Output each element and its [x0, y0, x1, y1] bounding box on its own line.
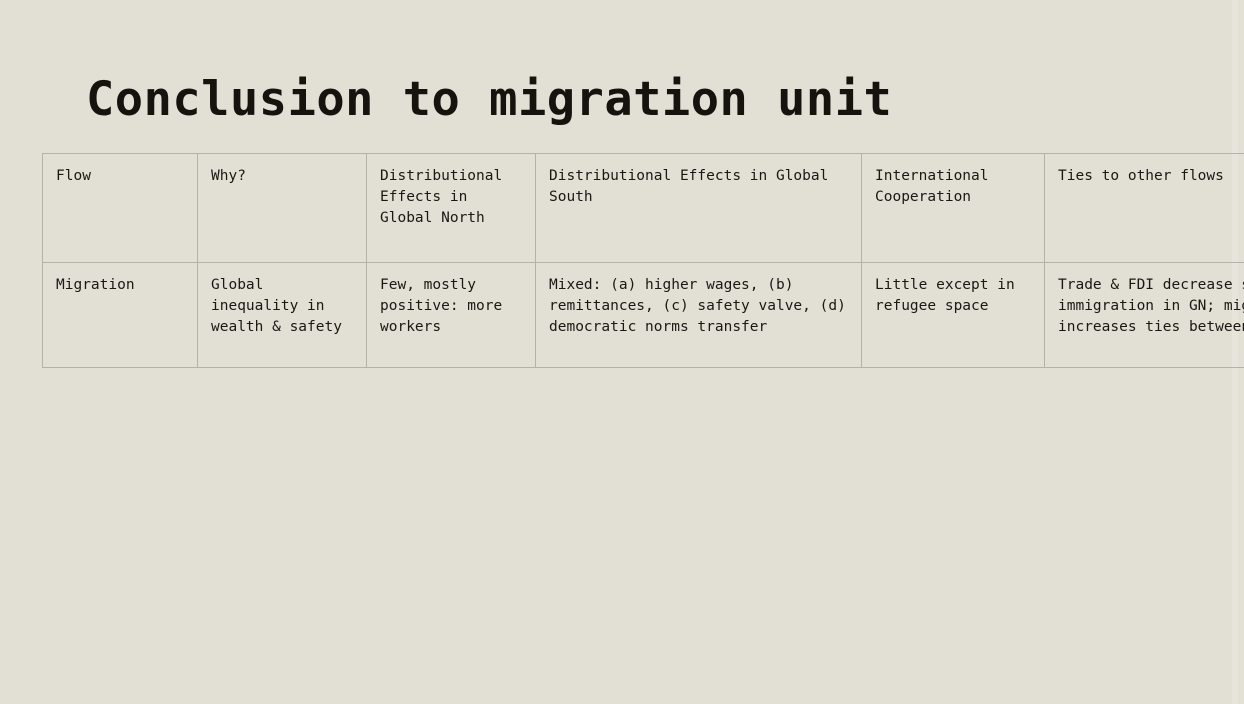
header-label-why: Why?	[211, 168, 246, 184]
table-cell-international-cooperation: Little except in refugee space	[861, 262, 1045, 368]
table-cell-ties-to-other-flows: Trade & FDI decrease support for immigra…	[1044, 262, 1244, 368]
migration-summary-table: Flow Why? Distributional Effects in Glob…	[42, 153, 1244, 368]
table-header-cell-international-cooperation: International Cooperation	[861, 153, 1045, 263]
table-header-cell-flow: Flow	[42, 153, 198, 263]
cell-value-effects-global-north: Few, mostly positive: more workers	[380, 277, 511, 336]
page-title: Conclusion to migration unit	[86, 72, 893, 127]
cell-value-effects-global-south: Mixed: (a) higher wages, (b) remittances…	[549, 277, 855, 336]
cell-value-flow: Migration	[56, 277, 135, 293]
header-label-effects-global-north: Distributional Effects in Global North	[380, 168, 511, 227]
table-header-cell-ties-to-other-flows: Ties to other flows	[1044, 153, 1244, 263]
table-cell-effects-global-south: Mixed: (a) higher wages, (b) remittances…	[535, 262, 862, 368]
table-cell-effects-global-north: Few, mostly positive: more workers	[366, 262, 536, 368]
cell-value-ties-to-other-flows: Trade & FDI decrease support for immigra…	[1058, 277, 1244, 336]
summary-table-container: Flow Why? Distributional Effects in Glob…	[42, 153, 1244, 368]
header-label-effects-global-south: Distributional Effects in Global South	[549, 168, 838, 206]
header-label-international-cooperation: International Cooperation	[875, 168, 998, 206]
table-header-row: Flow Why? Distributional Effects in Glob…	[42, 153, 1244, 263]
cell-value-why: Global inequality in wealth & safety	[211, 277, 342, 336]
table-header-cell-why: Why?	[197, 153, 367, 263]
table-header-cell-effects-global-south: Distributional Effects in Global South	[535, 153, 862, 263]
header-label-flow: Flow	[56, 168, 91, 184]
table-row: Migration Global inequality in wealth & …	[42, 262, 1244, 368]
table-header-cell-effects-global-north: Distributional Effects in Global North	[366, 153, 536, 263]
cell-value-international-cooperation: Little except in refugee space	[875, 277, 1024, 315]
slide: Conclusion to migration unit Flow Why? D…	[0, 0, 1244, 704]
table-cell-flow: Migration	[42, 262, 198, 368]
table-cell-why: Global inequality in wealth & safety	[197, 262, 367, 368]
header-label-ties-to-other-flows: Ties to other flows	[1058, 168, 1224, 184]
